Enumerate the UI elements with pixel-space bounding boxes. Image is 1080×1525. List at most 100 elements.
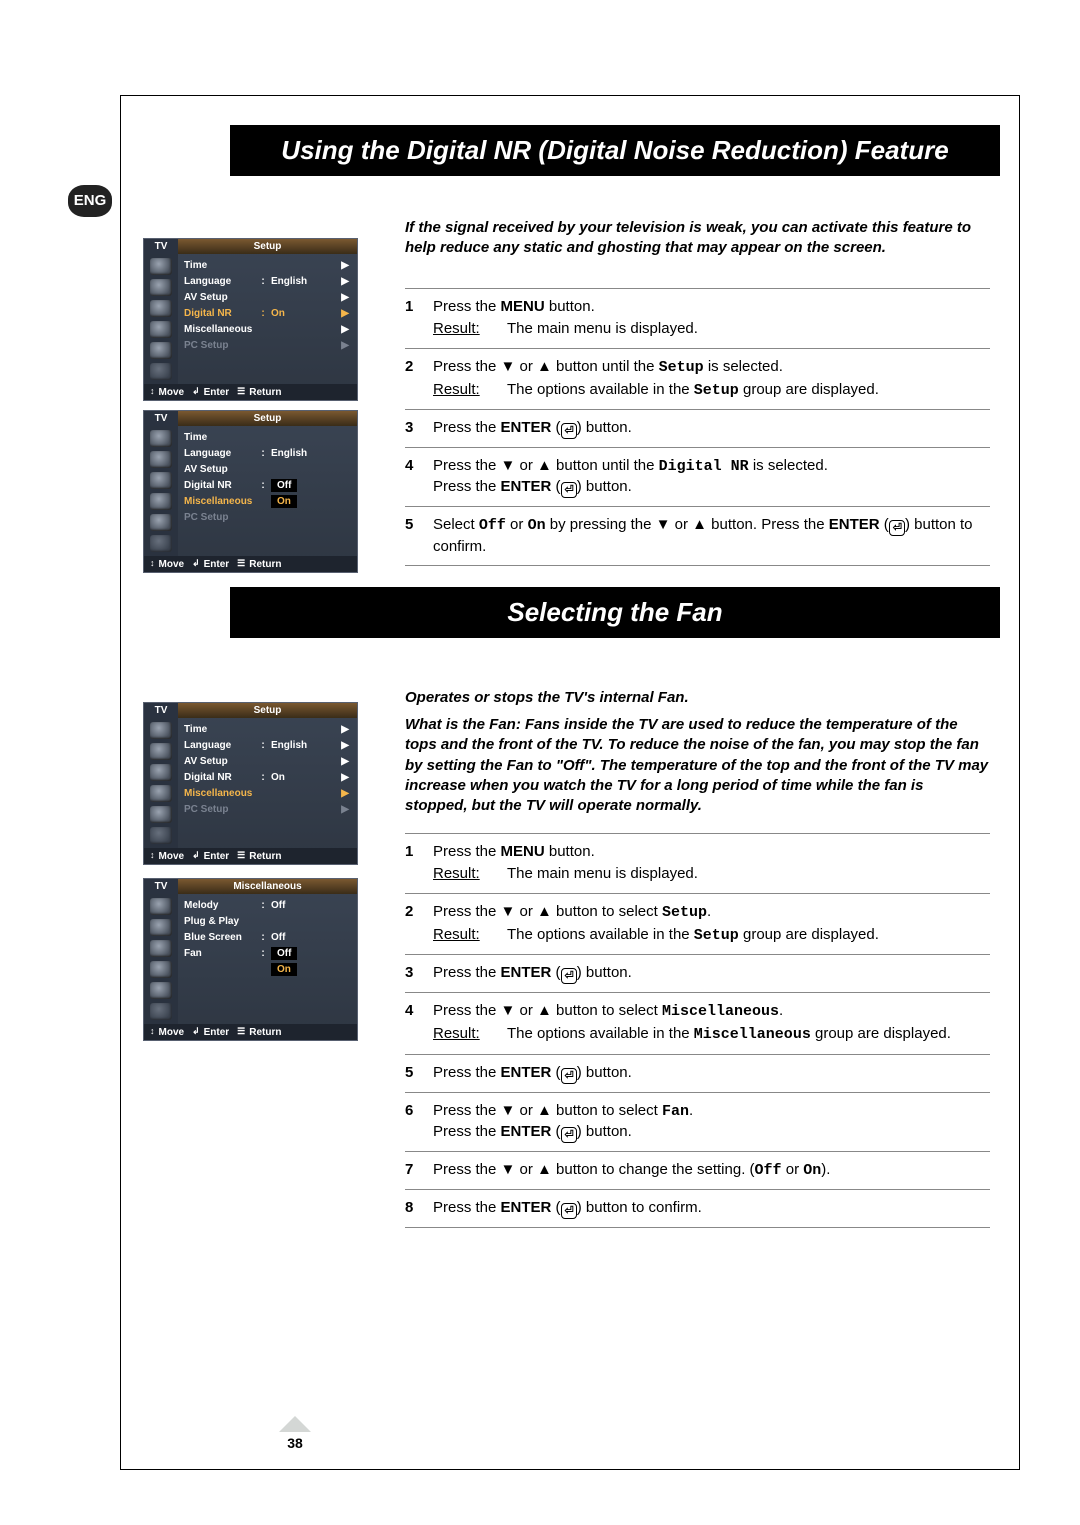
step-number: 2	[405, 902, 433, 947]
osd-row: Fan : Off	[184, 945, 353, 961]
osd-side-icon	[150, 961, 172, 978]
step: 6 Press the ▼ or ▲ button to select Fan.…	[405, 1093, 990, 1152]
osd-tv-label: TV	[144, 411, 178, 426]
osd-side	[144, 718, 178, 848]
osd-row-arrow: ▶	[339, 308, 353, 319]
osd-row: Time ▶	[184, 257, 353, 273]
osd-row: PC Setup ▶	[184, 337, 353, 353]
manual-page: ENG Using the Digital NR (Digital Noise …	[0, 0, 1080, 1525]
step-result: Result: The options available in the Set…	[433, 380, 990, 401]
osd-row-key: Fan	[184, 948, 259, 959]
step-number: 5	[405, 515, 433, 557]
osd-row-key: Miscellaneous	[184, 788, 259, 799]
osd-row-key: Time	[184, 724, 259, 735]
osd-side-icon	[150, 535, 172, 552]
step-text: Press the ENTER (⏎) button.	[433, 963, 990, 984]
enter-icon: ↲	[192, 1027, 200, 1037]
osd-side-icon	[150, 898, 172, 915]
osd-row-val: Off	[267, 479, 339, 492]
osd-row-arrow: ▶	[339, 788, 353, 799]
step-result: Result: The options available in the Set…	[433, 925, 990, 946]
osd-row-sep: :	[259, 900, 267, 911]
osd-pane: TV Miscellaneous Melody : Off Plug & Pla…	[143, 878, 358, 1041]
step-text: Press the ▼ or ▲ button to select Miscel…	[433, 1001, 990, 1022]
osd-footer: ↕Move ↲Enter ☰Return	[144, 556, 357, 572]
osd-side-icon	[150, 806, 172, 823]
language-badge: ENG	[68, 185, 112, 217]
osd-row-arrow: ▶	[339, 260, 353, 271]
step-number: 7	[405, 1160, 433, 1181]
osd-row: Blue Screen : Off	[184, 929, 353, 945]
intro-digital-nr: If the signal received by your televisio…	[405, 218, 990, 259]
step-result: Result: The main menu is displayed.	[433, 319, 990, 339]
intro-fan-body: What is the Fan: Fans inside the TV are …	[405, 715, 990, 816]
osd-move: Move	[159, 387, 185, 398]
step: 4 Press the ▼ or ▲ button until the Digi…	[405, 448, 990, 507]
osd-row-key: Melody	[184, 900, 259, 911]
section-title-digital-nr: Using the Digital NR (Digital Noise Redu…	[230, 125, 1000, 176]
osd-enter: Enter	[204, 851, 230, 862]
step-number: 3	[405, 963, 433, 984]
page-number-wrap: 38	[245, 1416, 345, 1450]
osd-row-arrow: ▶	[339, 276, 353, 287]
osd-row: Melody : Off	[184, 897, 353, 913]
step: 2 Press the ▼ or ▲ button until the Setu…	[405, 349, 990, 411]
step-text: Press the ▼ or ▲ button until the Digita…	[433, 456, 990, 498]
osd-row-val: Off	[267, 947, 339, 960]
result-text: The options available in the Miscellaneo…	[507, 1024, 951, 1045]
move-icon: ↕	[150, 559, 155, 569]
osd-row-val: On	[267, 495, 339, 508]
osd-row-arrow: ▶	[339, 292, 353, 303]
step-text: Press the ▼ or ▲ button to select Setup.	[433, 902, 990, 923]
osd-side	[144, 426, 178, 556]
enter-button-icon: ⏎	[561, 423, 577, 439]
osd-row-arrow: ▶	[339, 804, 353, 815]
osd-row: AV Setup ▶	[184, 289, 353, 305]
result-label: Result:	[433, 1024, 507, 1045]
enter-button-icon: ⏎	[561, 968, 577, 984]
osd-row-key: PC Setup	[184, 512, 259, 523]
osd-move: Move	[159, 1027, 185, 1038]
step-number: 4	[405, 456, 433, 498]
osd-header: TV Setup	[144, 703, 357, 718]
move-icon: ↕	[150, 1027, 155, 1037]
step-number: 1	[405, 842, 433, 885]
step: 8 Press the ENTER (⏎) button to confirm.	[405, 1190, 990, 1228]
osd-side-icon	[150, 919, 172, 936]
step-number: 2	[405, 357, 433, 402]
osd-row-arrow: ▶	[339, 756, 353, 767]
osd-row-key: AV Setup	[184, 464, 259, 475]
step-text: Press the ▼ or ▲ button to change the se…	[433, 1160, 990, 1181]
osd-row: Time	[184, 429, 353, 445]
osd-list: Time ▶ Language : English ▶ AV Setup ▶ D…	[178, 254, 357, 384]
step: 3 Press the ENTER (⏎) button.	[405, 410, 990, 448]
osd-side-icon	[150, 722, 172, 739]
step-number: 6	[405, 1101, 433, 1143]
osd-side-icon	[150, 430, 172, 447]
page-number-arrow	[279, 1416, 311, 1432]
osd-row-key: Miscellaneous	[184, 324, 259, 335]
osd-title: Setup	[178, 239, 357, 254]
step-result: Result: The options available in the Mis…	[433, 1024, 990, 1045]
osd-row-val: On	[267, 308, 339, 319]
osd-row-val: On	[267, 772, 339, 783]
step-text: Select Off or On by pressing the ▼ or ▲ …	[433, 515, 990, 557]
result-label: Result:	[433, 925, 507, 946]
enter-button-icon: ⏎	[561, 1068, 577, 1084]
osd-enter: Enter	[204, 1027, 230, 1038]
osd-side-icon	[150, 279, 172, 296]
osd-side-icon	[150, 1003, 172, 1020]
osd-row: Language : English	[184, 445, 353, 461]
osd-row-sep: :	[259, 740, 267, 751]
osd-row-key: Language	[184, 448, 259, 459]
step: 4 Press the ▼ or ▲ button to select Misc…	[405, 993, 990, 1055]
osd-pane: TV Setup Time ▶ Language : English ▶ AV …	[143, 238, 358, 401]
step-number: 8	[405, 1198, 433, 1219]
osd-row-key: Digital NR	[184, 772, 259, 783]
result-label: Result:	[433, 319, 507, 339]
osd-side	[144, 894, 178, 1024]
osd-pane: TV Setup Time Language : English AV Setu…	[143, 410, 358, 573]
osd-row-key: Time	[184, 260, 259, 271]
osd-row-arrow: ▶	[339, 740, 353, 751]
step: 2 Press the ▼ or ▲ button to select Setu…	[405, 894, 990, 956]
